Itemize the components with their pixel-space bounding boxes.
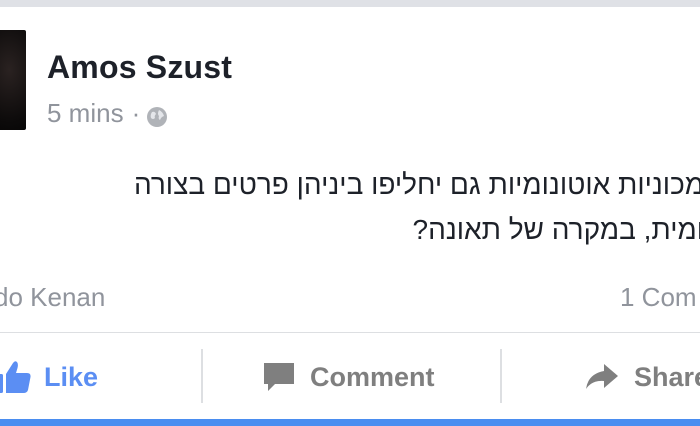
top-strip [0, 0, 700, 7]
action-bar: Like Comment Share [0, 333, 700, 421]
avatar[interactable] [0, 30, 26, 130]
thumbs-up-icon [0, 361, 31, 393]
timestamp[interactable]: 5 mins [47, 98, 124, 129]
reactor-name[interactable]: do Kenan [0, 282, 105, 313]
bottom-accent-bar [0, 419, 700, 426]
globe-icon[interactable] [146, 104, 168, 127]
comment-button[interactable]: Comment [262, 333, 435, 421]
comment-icon [264, 363, 294, 391]
share-button[interactable]: Share [584, 333, 700, 421]
post-text: מכוניות אוטונומיות גם יחליפו ביניהן פרטי… [133, 169, 700, 245]
author-name[interactable]: Amos Szust [47, 49, 232, 86]
share-arrow-icon [586, 364, 618, 389]
like-label: Like [44, 361, 99, 392]
action-separator [500, 349, 502, 403]
comments-count[interactable]: 1 Com [620, 282, 697, 313]
post-meta: 5 mins · [47, 98, 168, 129]
comment-label: Comment [310, 361, 435, 392]
like-button[interactable]: Like [0, 333, 98, 421]
meta-separator: · [131, 98, 141, 128]
action-separator [201, 349, 203, 403]
share-label: Share [634, 361, 700, 392]
